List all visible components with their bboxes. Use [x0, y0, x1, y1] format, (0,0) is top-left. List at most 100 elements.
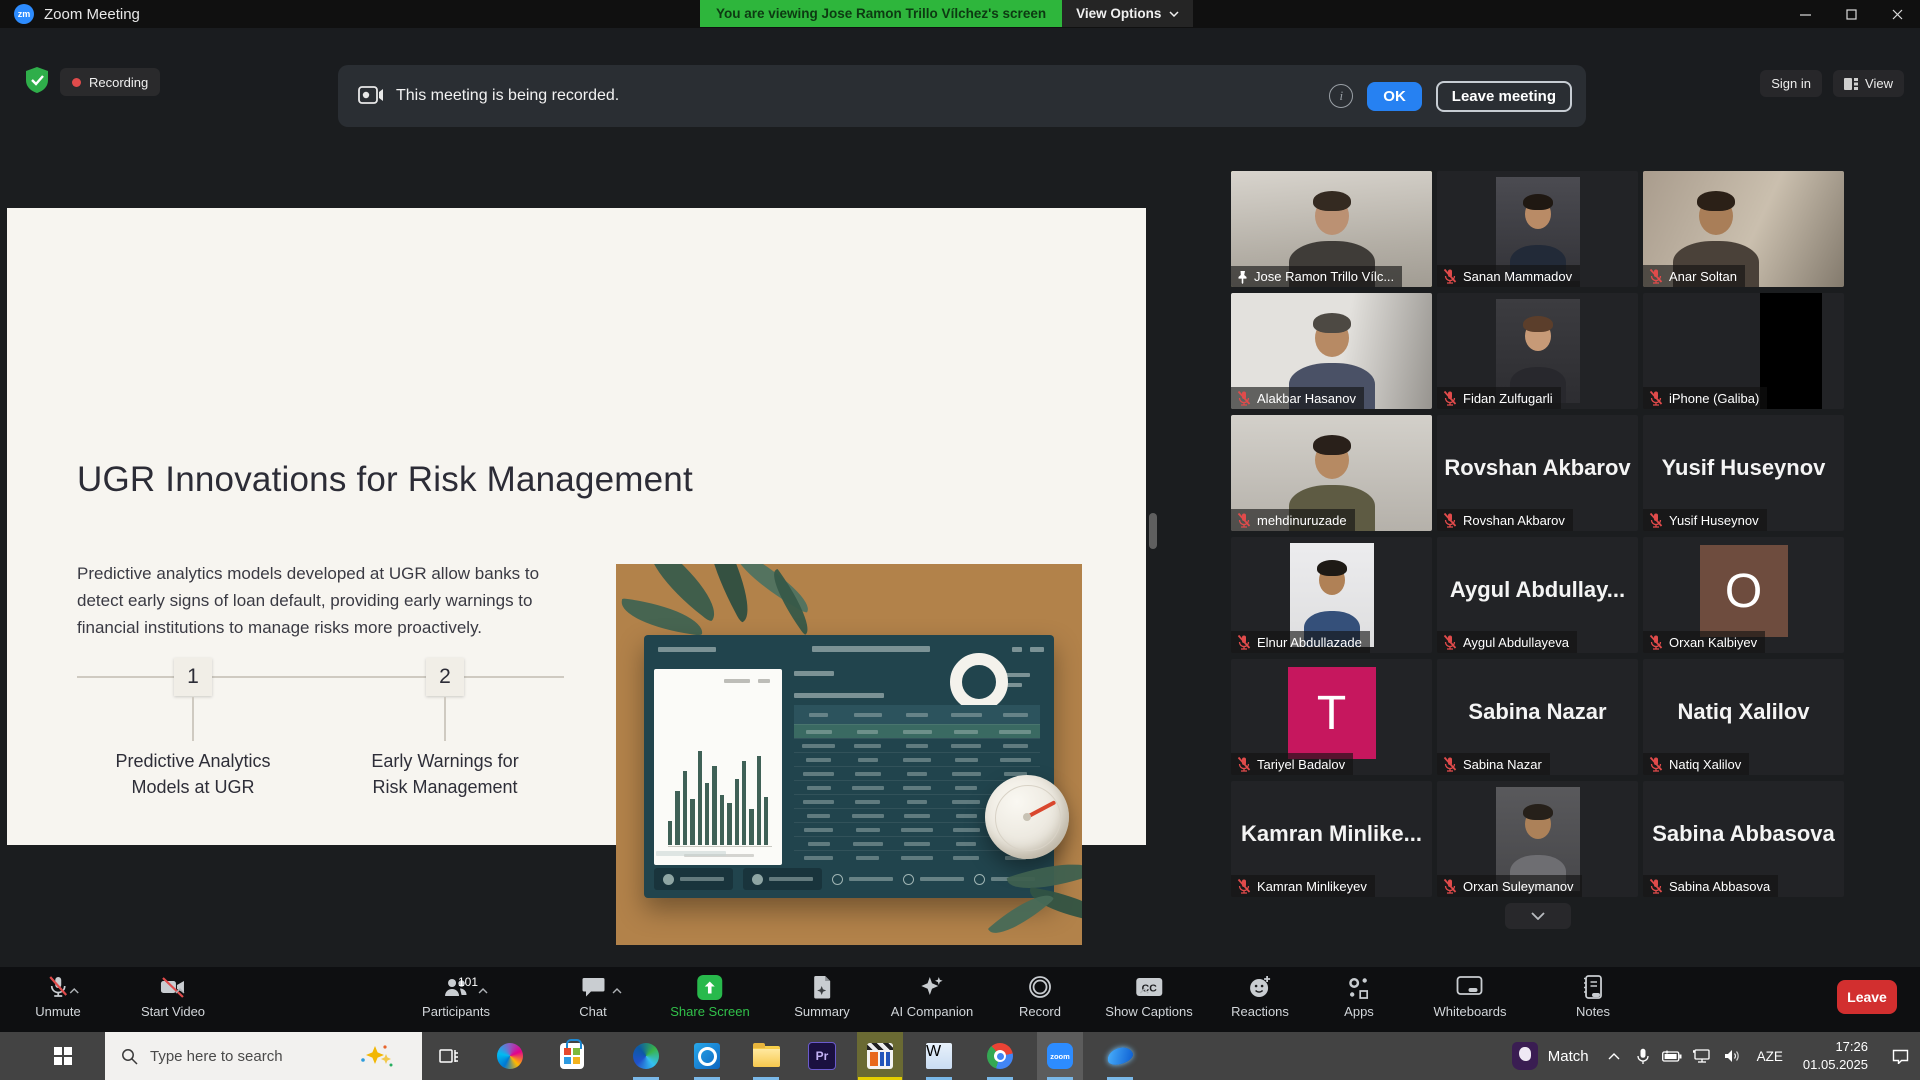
participant-tile-13[interactable]: TTariyel Badalov — [1231, 659, 1432, 775]
chevron-up-icon[interactable] — [175, 981, 185, 999]
tray-volume-icon[interactable] — [1717, 1049, 1749, 1063]
participant-tile-15[interactable]: Natiq XalilovNatiq Xalilov — [1643, 659, 1844, 775]
news-widget[interactable]: Match — [1502, 1042, 1599, 1070]
toolbar-notes-button[interactable]: Notes — [1576, 973, 1610, 1019]
toolbar-chat-button[interactable]: Chat — [578, 973, 608, 1019]
chevron-up-icon[interactable] — [612, 981, 622, 999]
tray-microphone-icon[interactable] — [1629, 1048, 1657, 1065]
reactions-icon — [1247, 973, 1273, 1001]
participant-tile-9[interactable]: Yusif HuseynovYusif Huseynov — [1643, 415, 1844, 531]
toolbar-show-captions-button[interactable]: CCShow Captions — [1105, 973, 1192, 1019]
close-button[interactable] — [1874, 0, 1920, 28]
toolbar-label: Whiteboards — [1434, 1004, 1507, 1019]
muted-mic-icon — [1442, 512, 1458, 528]
tray-network-icon[interactable] — [1687, 1049, 1717, 1063]
gallery-view-icon — [1844, 78, 1858, 90]
participant-tile-3[interactable]: Anar Soltan — [1643, 171, 1844, 287]
photos-icon — [1105, 1044, 1135, 1067]
timeline-tick — [192, 697, 194, 741]
tray-language[interactable]: AZE — [1757, 1049, 1783, 1064]
participant-nametag: Fidan Zulfugarli — [1437, 387, 1561, 409]
recording-indicator[interactable]: Recording — [60, 68, 160, 96]
chevron-down-icon — [1531, 912, 1545, 920]
toolbar-summary-button[interactable]: Summary — [794, 973, 850, 1019]
notification-center-icon[interactable] — [1880, 1049, 1920, 1064]
tray-clock[interactable]: 17:26 01.05.2025 — [1803, 1038, 1868, 1073]
taskbar-app-chrome[interactable] — [977, 1032, 1023, 1080]
participant-tile-18[interactable]: Sabina AbbasovaSabina Abbasova — [1643, 781, 1844, 897]
match-widget-icon — [1512, 1042, 1538, 1070]
taskbar-app-file-explorer[interactable] — [743, 1032, 789, 1080]
participant-name: Aygul Abdullayeva — [1463, 635, 1569, 650]
participant-tile-6[interactable]: iPhone (Galiba) — [1643, 293, 1844, 409]
taskbar-search[interactable] — [105, 1032, 422, 1080]
toolbar-apps-button[interactable]: Apps — [1344, 973, 1374, 1019]
participant-name: Tariyel Badalov — [1257, 757, 1345, 772]
shared-screen-scrollbar[interactable] — [1149, 513, 1157, 549]
leave-button[interactable]: Leave — [1837, 980, 1897, 1014]
timeline-label-2: Early Warnings forRisk Management — [330, 748, 560, 800]
mini-bar — [742, 761, 746, 845]
info-icon[interactable]: i — [1329, 84, 1353, 108]
sign-in-button[interactable]: Sign in — [1760, 70, 1822, 97]
maximize-button[interactable] — [1828, 0, 1874, 28]
toolbar-start-video-button[interactable]: Start Video — [141, 973, 205, 1019]
participant-name: Yusif Huseynov — [1669, 513, 1759, 528]
participant-tile-14[interactable]: Sabina NazarSabina Nazar — [1437, 659, 1638, 775]
taskbar-app-edge[interactable] — [623, 1032, 669, 1080]
taskbar-app-copilot[interactable] — [487, 1032, 533, 1080]
chevron-up-icon[interactable] — [478, 981, 488, 999]
participant-tile-10[interactable]: Elnur Abdullazade — [1231, 537, 1432, 653]
participant-tile-12[interactable]: OOrxan Kalbiyev — [1643, 537, 1844, 653]
start-button[interactable] — [54, 1047, 90, 1065]
taskbar-app-photos[interactable] — [1097, 1032, 1143, 1080]
ok-button[interactable]: OK — [1367, 82, 1422, 111]
participant-name: Elnur Abdullazade — [1257, 635, 1362, 650]
participant-tile-2[interactable]: Sanan Mammadov — [1437, 171, 1638, 287]
taskbar-app-task-view[interactable] — [426, 1032, 472, 1080]
view-button[interactable]: View — [1833, 70, 1904, 97]
toolbar-unmute-button[interactable]: Unmute — [35, 973, 81, 1019]
gallery-collapse-button[interactable] — [1505, 903, 1571, 929]
participant-tile-11[interactable]: Aygul Abdullay...Aygul Abdullayeva — [1437, 537, 1638, 653]
taskbar-app-store[interactable] — [549, 1032, 595, 1080]
participant-tile-7[interactable]: mehdinuruzade — [1231, 415, 1432, 531]
taskbar-app-zoom-app[interactable]: zoom — [1037, 1032, 1083, 1080]
tray-expand-chevron[interactable] — [1599, 1053, 1629, 1060]
leave-meeting-button[interactable]: Leave meeting — [1436, 81, 1572, 112]
chrome-icon — [987, 1043, 1013, 1069]
minimize-button[interactable] — [1782, 0, 1828, 28]
participant-tile-5[interactable]: Fidan Zulfugarli — [1437, 293, 1638, 409]
participant-tile-1[interactable]: Jose Ramon Trillo Vílc... — [1231, 171, 1432, 287]
slide-body-text: Predictive analytics models developed at… — [77, 560, 569, 642]
toolbar-record-button[interactable]: Record — [1019, 973, 1061, 1019]
security-shield-icon[interactable] — [24, 66, 50, 94]
dashboard-table-row — [794, 705, 1040, 724]
toolbar-share-screen-button[interactable]: Share Screen — [670, 973, 750, 1019]
participant-tile-8[interactable]: Rovshan AkbarovRovshan Akbarov — [1437, 415, 1638, 531]
view-label: View — [1865, 76, 1893, 91]
chevron-up-icon[interactable] — [69, 981, 79, 999]
timeline-tick — [444, 697, 446, 741]
toolbar-reactions-button[interactable]: Reactions — [1231, 973, 1289, 1019]
muted-mic-icon — [1648, 634, 1664, 650]
toolbar-participants-button[interactable]: 101Participants — [422, 973, 490, 1019]
view-options-button[interactable]: View Options — [1062, 0, 1193, 27]
taskbar-app-klite[interactable] — [857, 1032, 903, 1080]
search-input[interactable] — [148, 1047, 332, 1066]
toolbar-ai-companion-button[interactable]: AI Companion — [891, 973, 973, 1019]
participant-nametag: Sanan Mammadov — [1437, 265, 1580, 287]
letter-avatar: T — [1288, 667, 1376, 759]
chevron-up-icon[interactable] — [1139, 981, 1149, 999]
taskbar-app-word[interactable]: W — [916, 1032, 962, 1080]
toolbar-whiteboards-button[interactable]: Whiteboards — [1434, 973, 1507, 1019]
tray-battery-icon[interactable] — [1657, 1050, 1687, 1062]
participant-tile-4[interactable]: Alakbar Hasanov — [1231, 293, 1432, 409]
participant-name: Alakbar Hasanov — [1257, 391, 1356, 406]
participant-tile-16[interactable]: Kamran Minlike...Kamran Minlikeyev — [1231, 781, 1432, 897]
notes-icon — [1581, 973, 1605, 1001]
taskbar-app-outlook[interactable] — [684, 1032, 730, 1080]
taskbar-app-premiere[interactable]: Pr — [799, 1032, 845, 1080]
mini-bar — [698, 751, 702, 845]
participant-tile-17[interactable]: Orxan Suleymanov — [1437, 781, 1638, 897]
